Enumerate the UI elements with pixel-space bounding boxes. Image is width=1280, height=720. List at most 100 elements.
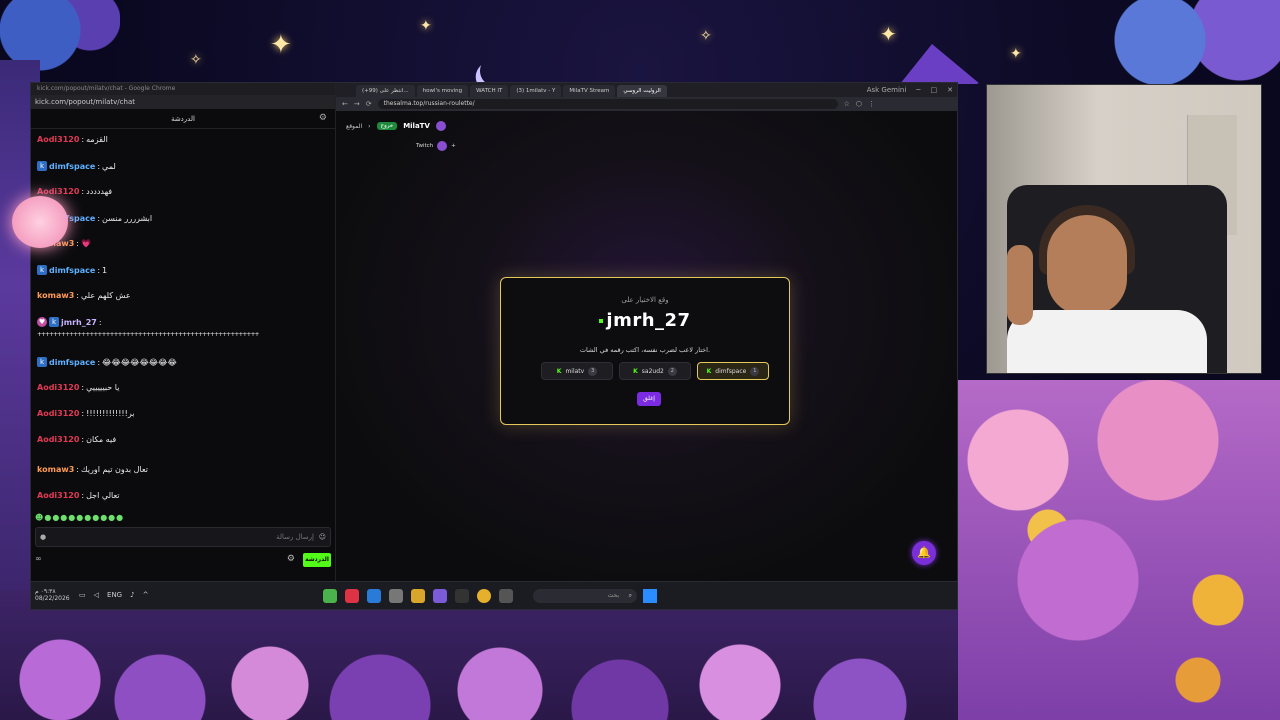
chat-username[interactable]: komaw3 <box>37 465 74 474</box>
chat-username[interactable]: Aodi3120 <box>37 409 79 418</box>
chat-username[interactable]: Aodi3120 <box>37 435 79 444</box>
player-option-number: 2 <box>667 366 677 376</box>
app-icon[interactable] <box>345 589 359 603</box>
chat-window: kick.com/popout/milatv/chat - Google Chr… <box>31 83 336 581</box>
chat-message: k dimfspace:1 <box>37 265 107 275</box>
tab[interactable]: WATCH IT <box>470 85 509 97</box>
chat-username[interactable]: Aodi3120 <box>37 491 79 500</box>
speaker-icon[interactable]: ◁ <box>94 591 99 599</box>
maximize-icon[interactable]: □ <box>931 83 938 97</box>
chevron-up-icon[interactable]: ^ <box>143 591 149 599</box>
site-logo: MilaTV <box>403 122 430 130</box>
minimize-icon[interactable]: ─ <box>916 83 920 97</box>
chat-message: komaw3: تعال بدون تيم اوريك <box>37 465 149 474</box>
player-option-name: sa2ud2 <box>641 367 664 375</box>
reload-icon[interactable]: ⟳ <box>366 100 372 108</box>
chat-username[interactable]: dimfspace <box>49 162 95 171</box>
window-controls: Ask Gemini ─ □ ✕ <box>867 83 953 97</box>
avatar[interactable] <box>435 121 446 131</box>
taskbar-apps <box>323 589 513 603</box>
app-icon[interactable] <box>323 589 337 603</box>
sub-badge-icon: ♥ <box>37 317 47 327</box>
selection-modal: وقع الاختيار على jmrh_27 اختار لاعب لضرب… <box>500 277 790 425</box>
kick-badge-icon: k <box>37 265 47 275</box>
infinity-icon[interactable]: ∞ <box>35 554 42 563</box>
tab[interactable]: howl's moving <box>416 85 469 97</box>
chat-username[interactable]: jmrh_27 <box>61 318 97 327</box>
chat-text: تعال بدون تيم اوريك <box>81 465 149 474</box>
witch-hat-icon <box>900 44 980 84</box>
address-bar[interactable]: thesalma.top/russian-roulette/ <box>377 99 838 109</box>
chrome-icon[interactable] <box>477 589 491 603</box>
chosen-player-name: jmrh_27 <box>606 310 691 331</box>
tab[interactable]: (+99) انتظر على... <box>356 85 415 97</box>
tab[interactable]: (3) 1milatv - Y <box>510 85 562 97</box>
emote-bar[interactable]: ☻●●●●●●●●●● <box>35 513 124 522</box>
webcam-feed <box>986 84 1262 374</box>
close-icon[interactable]: ✕ <box>947 83 953 97</box>
chat-username[interactable]: Aodi3120 <box>37 383 79 392</box>
smile-icon[interactable]: ☺ <box>319 528 326 546</box>
chat-username[interactable]: Aodi3120 <box>37 187 79 196</box>
star-icon: ✦ <box>420 18 432 34</box>
chat-text: فهددددد <box>86 187 113 196</box>
chat-text: لمي <box>102 161 116 171</box>
chat-text: 😂😂😂😂😂😂😂😂 <box>102 357 177 367</box>
chat-url-bar[interactable]: kick.com/popout/milatv/chat <box>31 95 335 109</box>
mic-icon[interactable]: ♪ <box>130 591 134 599</box>
app-icon[interactable] <box>367 589 381 603</box>
player-option[interactable]: Ksa2ud2 2 <box>619 362 691 380</box>
gear-icon[interactable]: ⚙ <box>287 554 295 564</box>
back-icon[interactable]: ← <box>342 100 348 108</box>
settings-icon[interactable]: ⚙ <box>319 113 327 123</box>
kick-dot-icon <box>599 319 604 323</box>
taskbar-search[interactable]: بحث ⌕ <box>533 589 637 603</box>
chat-message: k dimfspace: 😂😂😂😂😂😂😂😂 <box>37 357 177 367</box>
star-icon: ✦ <box>1010 46 1022 62</box>
add-icon[interactable]: + <box>451 143 456 149</box>
player-option[interactable]: Kmilatv 3 <box>541 362 613 380</box>
battery-icon[interactable]: ▭ <box>79 591 86 599</box>
extension-icon[interactable]: ⬡ <box>856 100 862 108</box>
emoji-icon[interactable]: ● <box>40 528 46 546</box>
folder-icon[interactable] <box>411 589 425 603</box>
modal-close-button[interactable]: إغلق <box>637 392 661 406</box>
tab[interactable]: MilaTV Stream <box>563 85 616 97</box>
bookmark-icon[interactable]: ☆ <box>844 100 850 108</box>
menu-icon[interactable]: ⋮ <box>868 100 875 108</box>
chat-username[interactable]: dimfspace <box>49 358 95 367</box>
exit-button[interactable]: خروج <box>376 122 398 130</box>
chat-messages: Aodi3120: القزمه k dimfspace: لمي Aodi3120:… <box>35 131 331 523</box>
chat-username[interactable]: dimfspace <box>49 266 95 275</box>
player-option-name: milatv <box>565 367 585 375</box>
clock[interactable]: ٠٩:٣٨ م 08/22/2026 <box>35 588 70 602</box>
app-icon[interactable] <box>499 589 513 603</box>
floating-action-button[interactable]: 🔔 <box>912 541 936 565</box>
site-back-link[interactable]: الموقع <box>346 123 362 130</box>
twitch-avatar[interactable] <box>437 141 448 151</box>
settings-app-icon[interactable] <box>389 589 403 603</box>
streamer-face <box>1047 215 1127 315</box>
url-text: kick.com/popout/milatv/chat <box>35 98 135 106</box>
forward-icon[interactable]: → <box>354 100 360 108</box>
chat-message: Aodi3120: فيه مكان <box>37 435 117 444</box>
lantern-icon <box>12 196 68 248</box>
player-option-selected[interactable]: Kdimfspace 1 <box>697 362 769 380</box>
windows-start-icon[interactable] <box>643 589 657 603</box>
decor-flowers-right <box>958 380 1280 720</box>
steam-icon[interactable] <box>455 589 469 603</box>
clock-date: 08/22/2026 <box>35 595 70 602</box>
app-icon[interactable] <box>433 589 447 603</box>
star-icon: ✧ <box>700 28 712 44</box>
chat-send-button[interactable]: الدردشة <box>303 553 331 567</box>
chat-username[interactable]: komaw3 <box>37 291 74 300</box>
chat-message-input[interactable]: ● إرسال رسالة ☺ <box>35 527 331 547</box>
language-indicator[interactable]: ENG <box>107 591 122 599</box>
chat-username[interactable]: Aodi3120 <box>37 135 79 144</box>
player-option-name: dimfspace <box>715 367 747 375</box>
chat-footer: ∞ ⚙ الدردشة <box>35 553 331 571</box>
player-options: Kmilatv 3 Ksa2ud2 2 Kdimfspace 1 <box>541 362 769 380</box>
chat-text: 💗 <box>81 239 91 248</box>
tab-active[interactable]: الروليت الروسي <box>617 85 667 97</box>
gemini-button[interactable]: Ask Gemini <box>867 83 907 97</box>
